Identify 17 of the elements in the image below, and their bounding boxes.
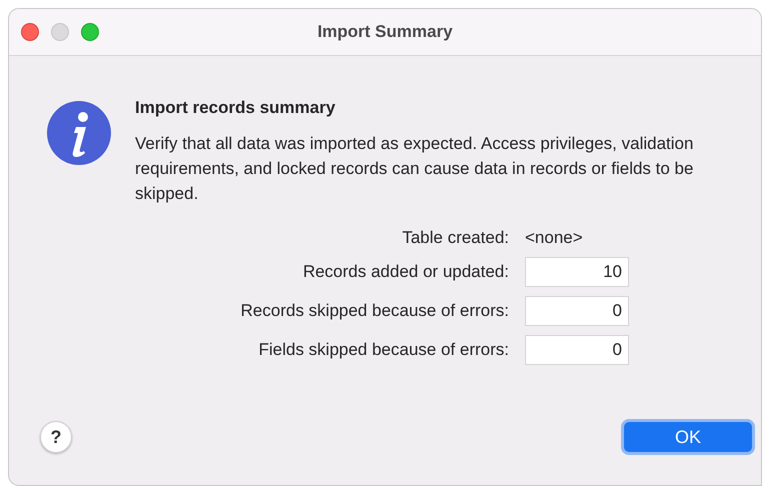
field-label: Fields skipped because of errors: — [258, 340, 509, 360]
help-button[interactable]: ? — [40, 421, 72, 453]
field-label: Records added or updated: — [302, 262, 509, 282]
field-value: <none> — [525, 228, 584, 248]
count-field[interactable]: 0 — [525, 296, 629, 326]
count-field[interactable]: 0 — [525, 335, 629, 365]
field-label: Table created: — [401, 228, 509, 248]
dialog-heading: Import records summary — [135, 98, 336, 118]
close-button[interactable] — [21, 23, 39, 41]
dialog-message: Verify that all data was imported as expected. Access privileges, validation requirements, and locked records can cause data in records or fields to be skipped. — [135, 133, 694, 205]
zoom-button[interactable] — [81, 23, 99, 41]
ok-button[interactable]: OK — [621, 419, 755, 455]
field-label: Records skipped because of errors: — [240, 301, 509, 321]
info-icon — [46, 100, 112, 166]
minimize-button[interactable] — [51, 23, 69, 41]
count-field[interactable]: 10 — [525, 257, 629, 287]
window-title: Import Summary — [317, 22, 453, 41]
